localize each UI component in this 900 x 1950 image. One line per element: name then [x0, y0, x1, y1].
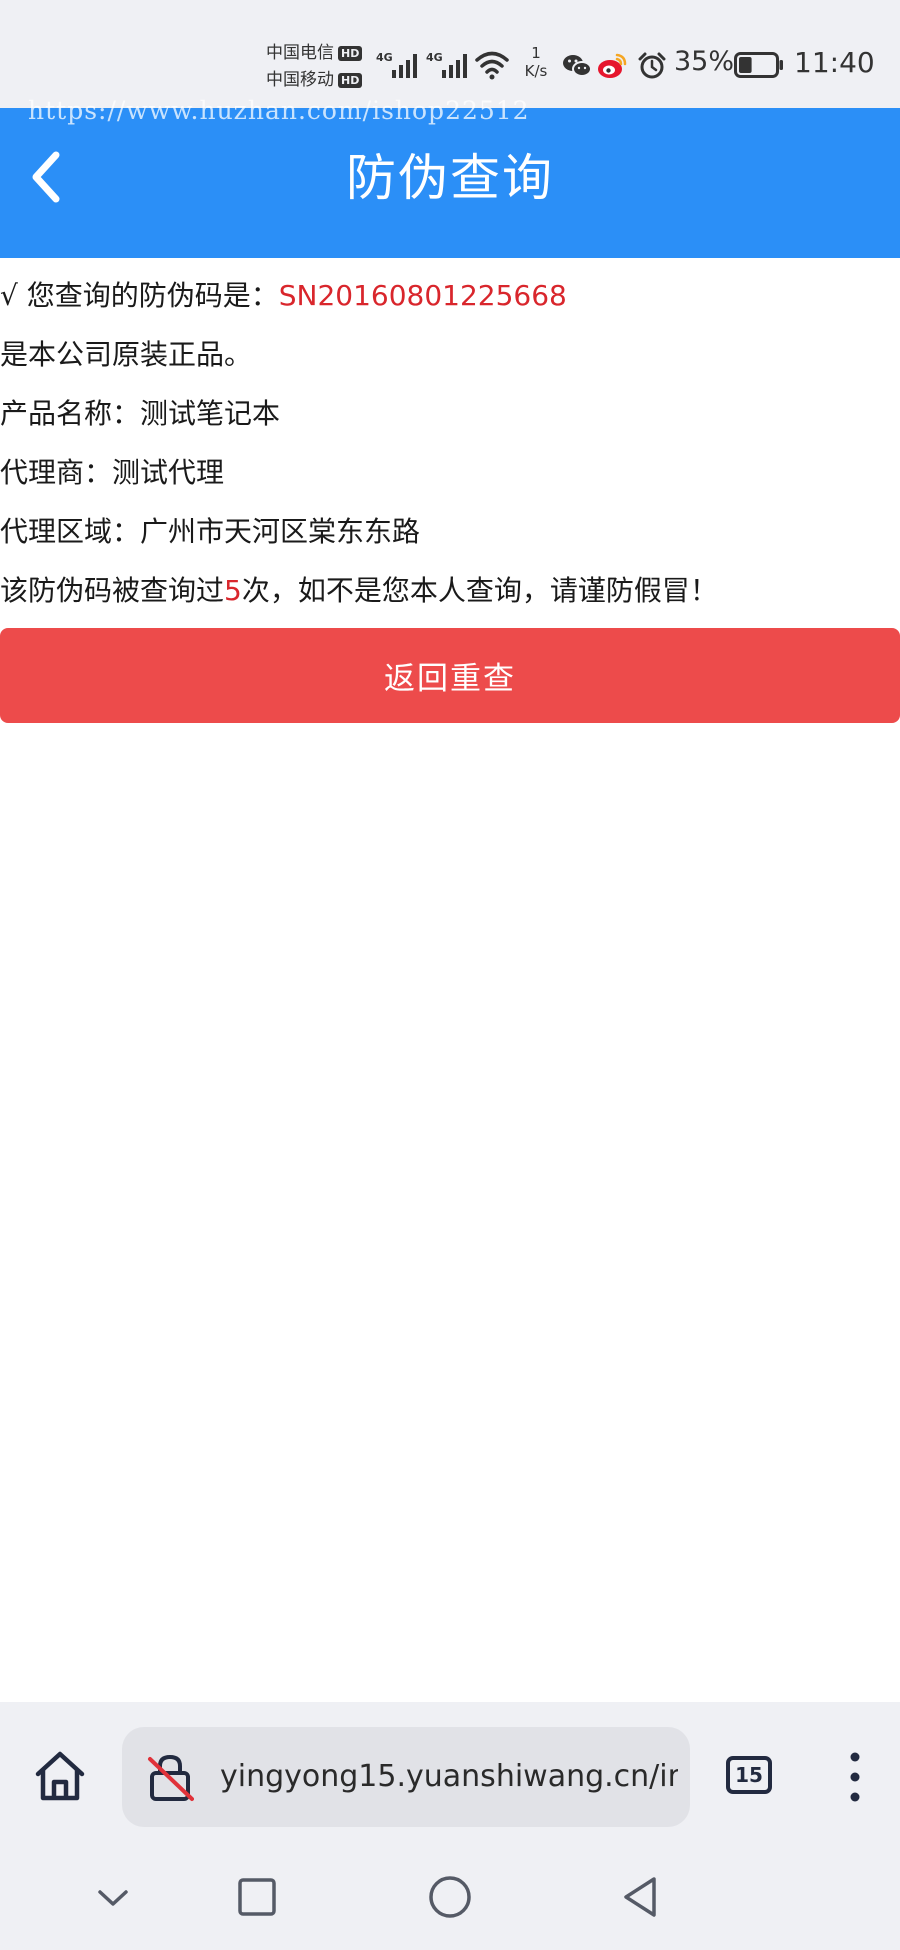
watermark-text: https://www.huzhan.com/ishop22512 — [28, 96, 530, 125]
url-text: yingyong15.yuanshiwang.cn/ind — [220, 1759, 678, 1794]
code-prefix: √ 您查询的防伪码是： — [0, 279, 279, 312]
anti-fake-code: SN20160801225668 — [278, 279, 567, 312]
browser-toolbar: yingyong15.yuanshiwang.cn/ind 15 — [0, 1702, 900, 1852]
return-requery-button[interactable]: 返回重查 — [0, 628, 900, 723]
product-label: 产品名称： — [0, 397, 141, 430]
region-name: 广州市天河区棠东东路 — [140, 515, 421, 548]
page-header: https://www.huzhan.com/ishop22512 防伪查询 — [0, 96, 900, 258]
agent-label: 代理商： — [0, 456, 113, 489]
battery-percent: 35% — [674, 46, 735, 77]
product-line: 产品名称：测试笔记本 — [0, 384, 900, 443]
weibo-icon — [598, 53, 627, 78]
page: 中国电信 HD 中国移动 HD 4G 4G 1 K/s 35% 11:40 ht… — [0, 0, 900, 1950]
carrier-info: 中国电信 HD 中国移动 HD — [266, 40, 363, 94]
agent-line: 代理商：测试代理 — [0, 443, 900, 502]
wechat-icon — [563, 55, 592, 77]
network-speed-unit: K/s — [524, 62, 548, 80]
query-prefix: 该防伪码被查询过 — [0, 574, 225, 607]
insecure-lock-icon[interactable] — [146, 1753, 194, 1803]
region-label: 代理区域： — [0, 515, 141, 548]
product-name: 测试笔记本 — [140, 397, 281, 430]
agent-name: 测试代理 — [112, 456, 225, 489]
query-count-line: 该防伪码被查询过5次，如不是您本人查询，请谨防假冒！ — [0, 561, 900, 620]
chevron-down-icon[interactable] — [88, 1872, 138, 1922]
code-line: √ 您查询的防伪码是：SN20160801225668 — [0, 266, 900, 325]
home-circle-icon[interactable] — [425, 1872, 475, 1922]
hd-badge: HD — [338, 46, 363, 61]
network-speed: 1 K/s — [519, 44, 553, 80]
home-icon[interactable] — [32, 1748, 88, 1804]
genuine-line: 是本公司原装正品。 — [0, 325, 900, 384]
system-nav-bar — [0, 1852, 900, 1950]
genuine-text: 是本公司原装正品。 — [0, 338, 253, 371]
signal-strength-icon — [442, 54, 467, 78]
status-clock: 11:40 — [794, 46, 875, 79]
result-content: √ 您查询的防伪码是：SN20160801225668 是本公司原装正品。 产品… — [0, 258, 900, 723]
status-bar: 中国电信 HD 中国移动 HD 4G 4G 1 K/s 35% 11:40 — [0, 0, 900, 108]
carrier-2-label: 中国移动 — [266, 70, 334, 90]
tab-count-button[interactable]: 15 — [726, 1756, 772, 1794]
address-bar[interactable]: yingyong15.yuanshiwang.cn/ind — [122, 1727, 690, 1827]
alarm-icon — [638, 52, 666, 79]
hd-badge: HD — [338, 73, 363, 88]
back-triangle-icon[interactable] — [616, 1872, 666, 1922]
more-menu-icon[interactable] — [840, 1750, 870, 1804]
network-speed-value: 1 — [531, 44, 541, 62]
recent-apps-icon[interactable] — [232, 1872, 282, 1922]
page-title: 防伪查询 — [346, 149, 554, 207]
wifi-icon — [475, 51, 509, 80]
signal-strength-icon — [392, 54, 417, 78]
battery-icon — [734, 52, 783, 78]
carrier-1-label: 中国电信 — [266, 43, 334, 63]
region-line: 代理区域：广州市天河区棠东东路 — [0, 502, 900, 561]
query-count: 5 — [224, 574, 242, 607]
query-suffix: 次，如不是您本人查询，请谨防假冒！ — [241, 574, 718, 607]
